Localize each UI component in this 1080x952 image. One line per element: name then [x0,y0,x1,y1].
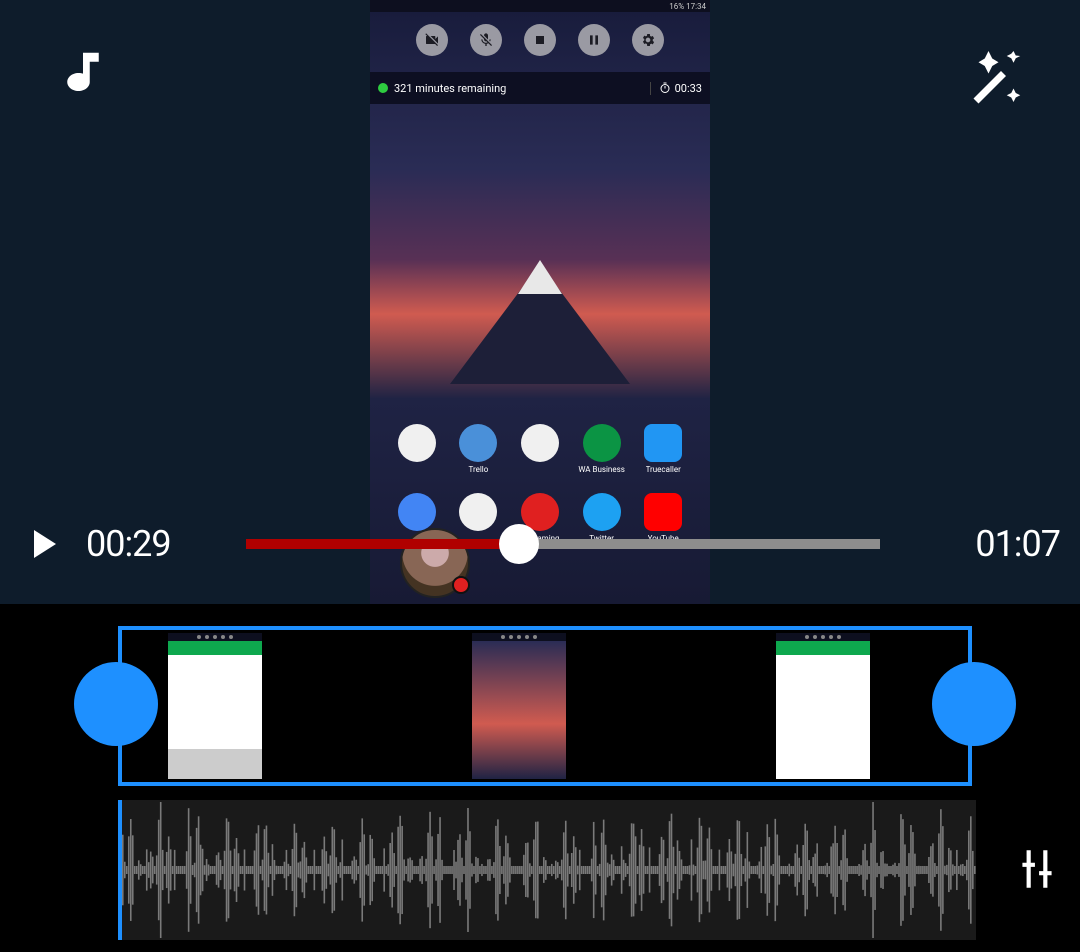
waveform [118,800,976,940]
effects-button[interactable] [966,46,1026,106]
app-icon: WA Business [571,424,633,475]
play-icon [18,520,66,568]
audio-settings-button[interactable] [1012,844,1062,894]
playback-controls: 00:29 01:07 [0,508,1080,580]
app-label: WA Business [578,465,625,475]
equalizer-icon [1012,844,1062,894]
clip-thumbnail [472,633,566,779]
app-label: Truecaller [646,465,681,475]
add-music-button[interactable] [56,46,110,100]
trim-handle-left[interactable] [74,662,158,746]
camera-off-icon [416,24,448,56]
statusbar-text: 16% 17:34 [669,2,706,11]
app-icon: Trello [448,424,510,475]
video-clip-track[interactable] [118,626,972,786]
seek-thumb[interactable] [499,524,539,564]
recording-dot-icon [378,83,388,93]
seek-fill [246,539,519,549]
timer-icon [659,82,671,94]
total-time: 01:07 [975,523,1060,565]
video-preview-area: 16% 17:34 321 minutes remaining 00:33 Tr… [0,0,1080,604]
app-label: Trello [468,465,488,475]
wallpaper-mountain [450,264,630,384]
music-icon [56,46,110,100]
timeline-section [0,604,1080,952]
remaining-label: 321 minutes remaining [394,82,506,95]
audio-trim-marker[interactable] [118,800,122,940]
recording-toolbar [370,18,710,62]
app-icon: Truecaller [632,424,694,475]
current-time: 00:29 [86,523,171,565]
recording-banner: 321 minutes remaining 00:33 [370,72,710,104]
app-icon [509,424,571,475]
pause-icon [578,24,610,56]
app-icon [386,424,448,475]
audio-track[interactable] [62,800,976,940]
trim-handle-right[interactable] [932,662,1016,746]
elapsed-label: 00:33 [675,82,702,95]
magic-wand-icon [966,46,1026,106]
audio-track-leadpad [62,800,118,940]
mic-off-icon [470,24,502,56]
stop-icon [524,24,556,56]
phone-statusbar: 16% 17:34 [370,0,710,12]
clip-thumbnail [776,633,870,779]
seek-bar[interactable] [246,539,880,549]
play-button[interactable] [18,520,66,568]
clip-thumbnail [168,633,262,779]
settings-icon [632,24,664,56]
